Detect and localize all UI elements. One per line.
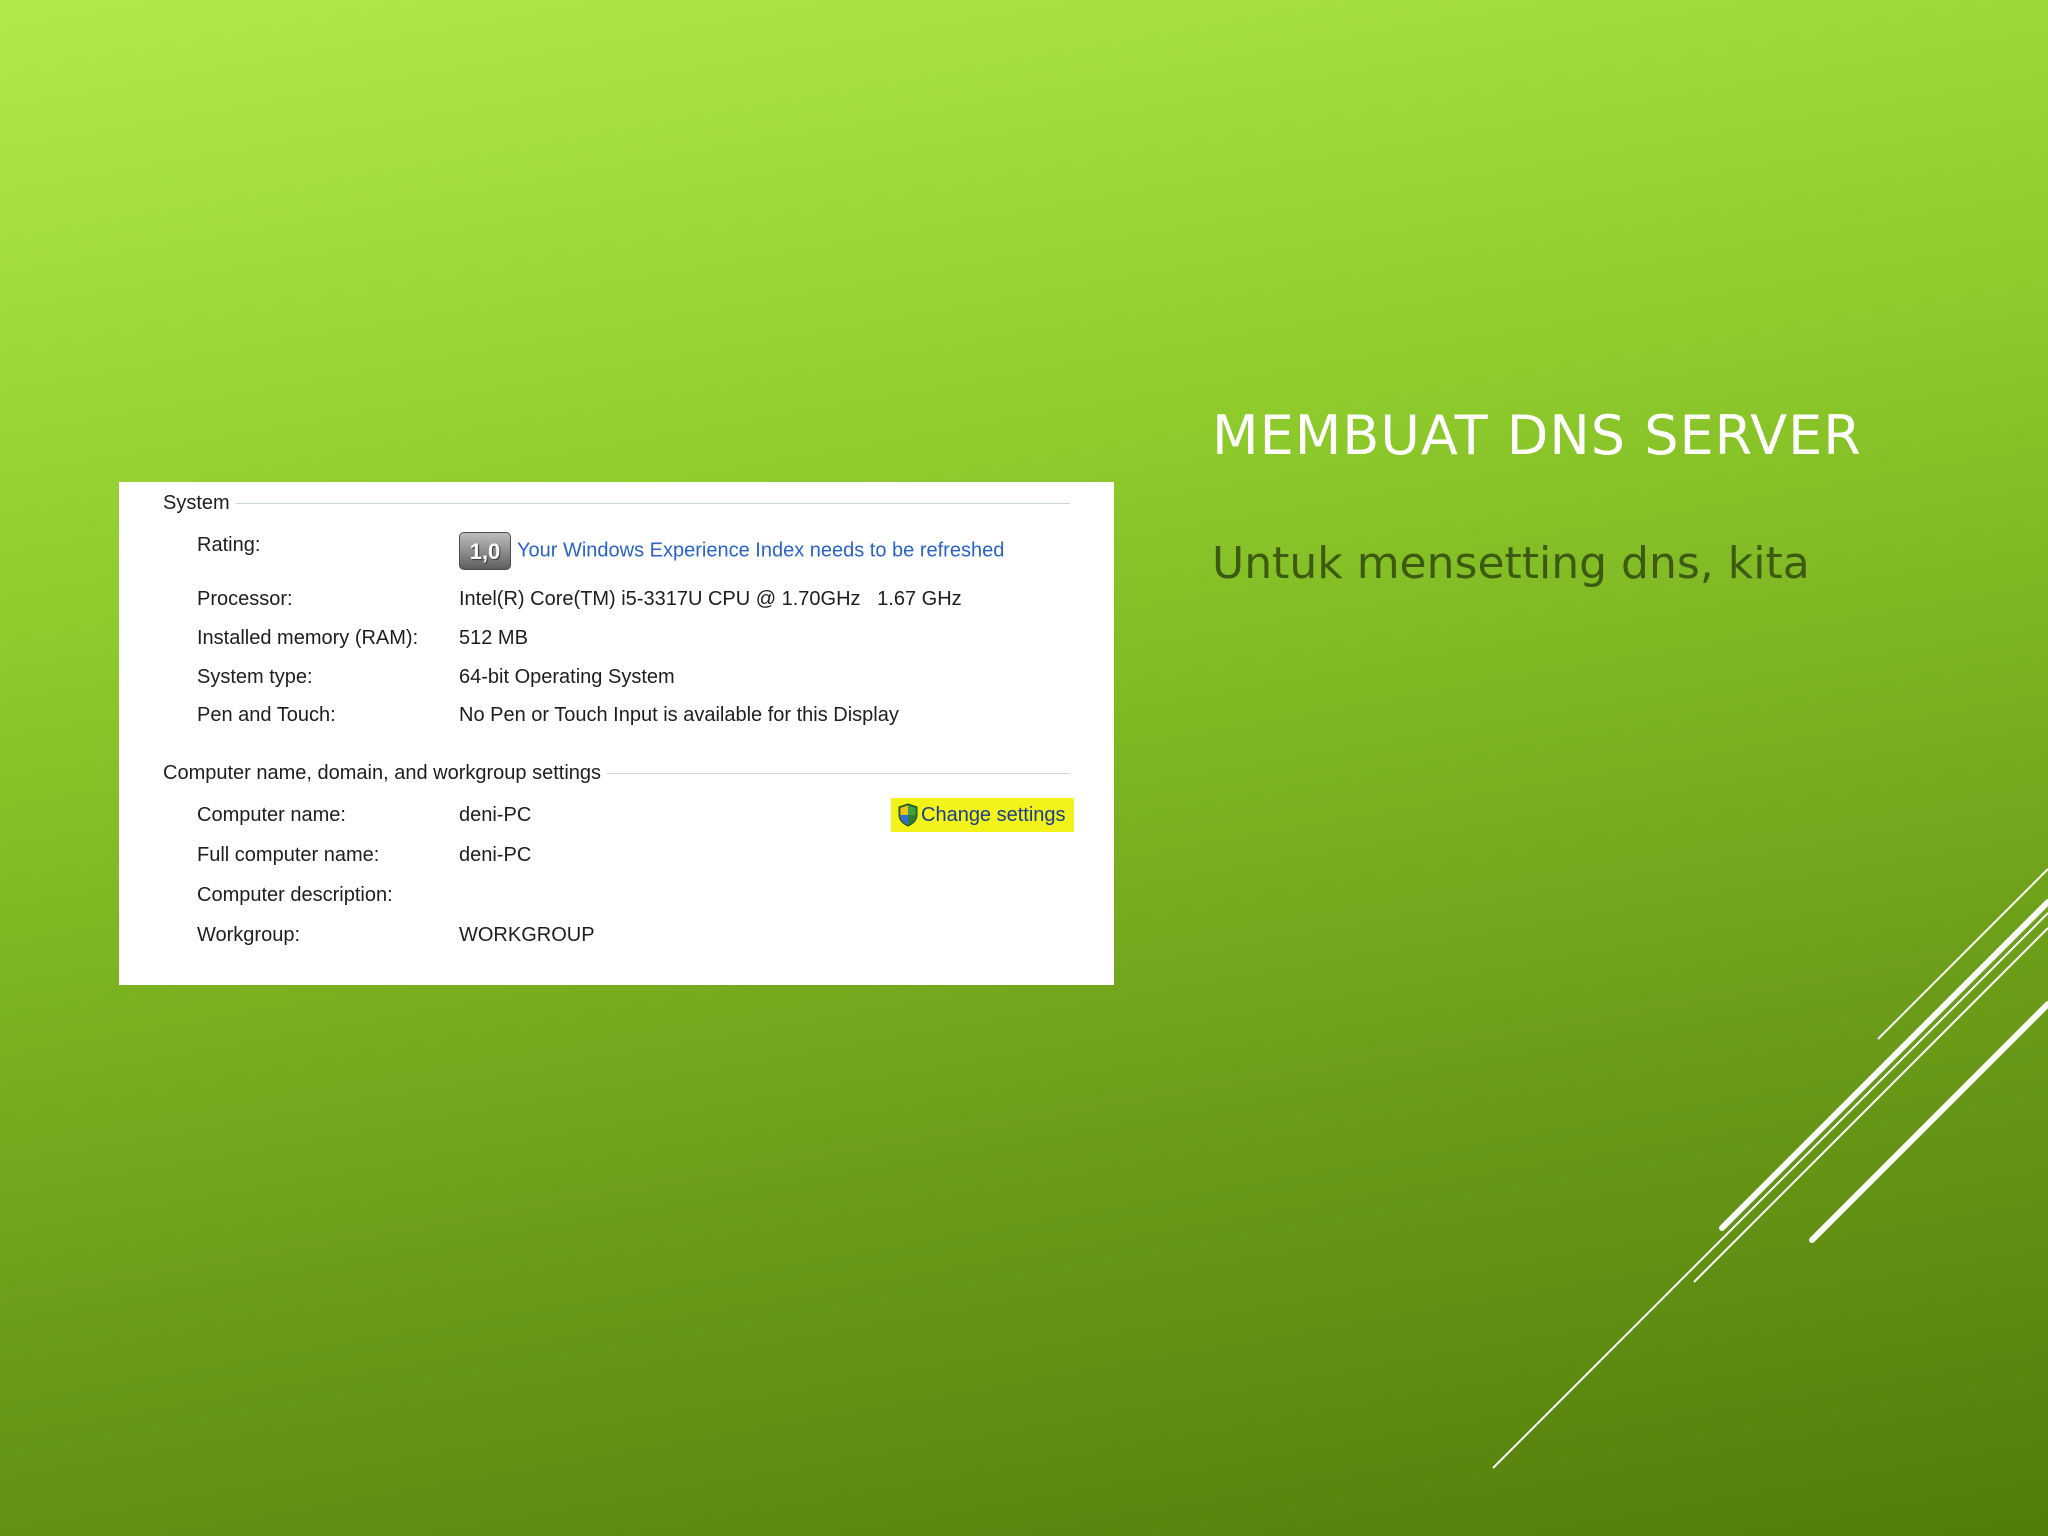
computer-name-value: deni-PC <box>459 804 532 826</box>
system-group-header: System <box>163 492 1070 515</box>
memory-label: Installed memory (RAM): <box>197 627 419 649</box>
uac-shield-icon <box>898 803 918 827</box>
deco-line <box>1693 927 2048 1283</box>
system-type-value: 64-bit Operating System <box>459 666 675 688</box>
memory-value: 512 MB <box>459 627 528 649</box>
change-settings-label: Change settings <box>921 803 1066 826</box>
workgroup-label: Workgroup: <box>197 924 301 946</box>
experience-index-badge: 1,0 <box>459 532 511 570</box>
pen-touch-label: Pen and Touch: <box>197 704 336 726</box>
rating-row: Rating: 1,0 Your Windows Experience Index… <box>197 532 1114 570</box>
computer-description-label: Computer description: <box>197 884 393 906</box>
slide-title: MEMBUAT DNS SERVER <box>1212 404 1862 467</box>
full-computer-name-row: Full computer name: deni-PC <box>197 844 1114 876</box>
pen-touch-value: No Pen or Touch Input is available for t… <box>459 704 899 726</box>
processor-row: Processor: Intel(R) Core(TM) i5-3317U CP… <box>197 588 1114 620</box>
system-type-row: System type: 64-bit Operating System <box>197 666 1114 698</box>
full-computer-name-value: deni-PC <box>459 844 532 866</box>
slide-subtitle: Untuk mensetting dns, kita <box>1212 538 1810 589</box>
computer-group-title: Computer name, domain, and workgroup set… <box>163 762 602 784</box>
change-settings-button[interactable]: Change settings <box>891 798 1074 832</box>
computer-description-row: Computer description: <box>197 884 1114 916</box>
deco-line <box>1719 899 2048 1231</box>
processor-label: Processor: <box>197 588 293 610</box>
full-computer-name-label: Full computer name: <box>197 844 380 866</box>
deco-line <box>1492 912 2048 1469</box>
deco-line <box>1877 868 2048 1040</box>
computer-group-header: Computer name, domain, and workgroup set… <box>163 762 1070 785</box>
workgroup-value: WORKGROUP <box>459 924 595 946</box>
deco-line <box>1809 1001 2048 1243</box>
pen-touch-row: Pen and Touch: No Pen or Touch Input is … <box>197 704 1114 736</box>
group-divider <box>235 503 1070 504</box>
system-properties-screenshot: System Rating: 1,0 Your Windows Experienc… <box>119 482 1114 985</box>
system-group-title: System <box>163 492 230 514</box>
rating-label: Rating: <box>197 534 261 556</box>
processor-value: Intel(R) Core(TM) i5-3317U CPU @ 1.70GHz… <box>459 588 962 610</box>
system-type-label: System type: <box>197 666 313 688</box>
rating-value: 1,0 Your Windows Experience Index needs t… <box>459 532 1004 570</box>
memory-row: Installed memory (RAM): 512 MB <box>197 627 1114 659</box>
computer-name-label: Computer name: <box>197 804 346 826</box>
group-divider <box>607 773 1070 774</box>
workgroup-row: Workgroup: WORKGROUP <box>197 924 1114 956</box>
experience-index-link[interactable]: Your Windows Experience Index needs to b… <box>517 539 1004 561</box>
